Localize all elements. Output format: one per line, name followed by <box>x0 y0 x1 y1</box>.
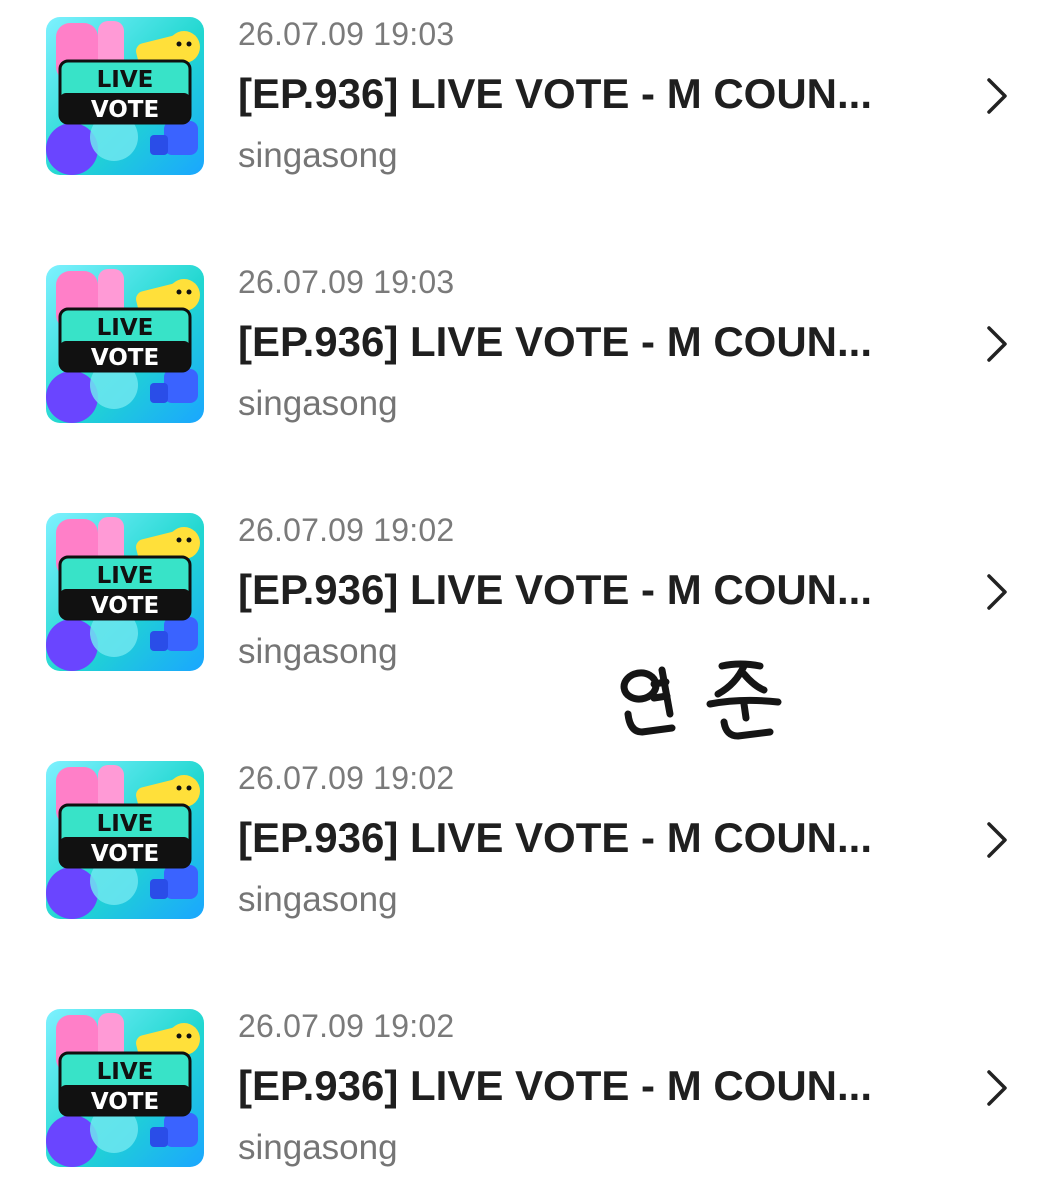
thumbnail-label-line1: LIVE <box>97 315 154 341</box>
list-item[interactable]: LIVE VOTE 26.07.09 19:02 [EP.936] LIVE V… <box>0 992 1061 1192</box>
thumbnail-label-line1: LIVE <box>97 811 154 837</box>
artist-name: singasong <box>238 632 398 671</box>
artist-name: singasong <box>238 136 398 175</box>
list-item[interactable]: LIVE VOTE 26.07.09 19:03 [EP.936] LIVE V… <box>0 0 1061 200</box>
artist-name: singasong <box>238 880 398 919</box>
timestamp: 26.07.09 19:03 <box>238 16 455 52</box>
live-vote-thumbnail: LIVE VOTE <box>46 265 204 423</box>
timestamp: 26.07.09 19:02 <box>238 512 455 548</box>
episode-title: [EP.936] LIVE VOTE - M COUN... <box>238 814 873 861</box>
list-item[interactable]: LIVE VOTE 26.07.09 19:02 [EP.936] LIVE V… <box>0 496 1061 696</box>
thumbnail-label-line1: LIVE <box>97 67 154 93</box>
chevron-right-icon[interactable] <box>980 818 1014 862</box>
episode-title: [EP.936] LIVE VOTE - M COUN... <box>238 318 873 365</box>
episode-title: [EP.936] LIVE VOTE - M COUN... <box>238 70 873 117</box>
episode-title: [EP.936] LIVE VOTE - M COUN... <box>238 566 873 613</box>
live-vote-thumbnail: LIVE VOTE <box>46 17 204 175</box>
thumbnail-label-line2: VOTE <box>91 1089 159 1115</box>
thumbnail-label-line1: LIVE <box>97 563 154 589</box>
handwritten-signature <box>610 652 800 752</box>
live-vote-thumbnail: LIVE VOTE <box>46 513 204 671</box>
thumbnail-label-line1: LIVE <box>97 1059 154 1085</box>
live-vote-thumbnail: LIVE VOTE <box>46 1009 204 1167</box>
timestamp: 26.07.09 19:03 <box>238 264 455 300</box>
chevron-right-icon[interactable] <box>980 322 1014 366</box>
chevron-right-icon[interactable] <box>980 74 1014 118</box>
timestamp: 26.07.09 19:02 <box>238 1008 455 1044</box>
thumbnail-label-line2: VOTE <box>91 345 159 371</box>
chevron-right-icon[interactable] <box>980 570 1014 614</box>
timestamp: 26.07.09 19:02 <box>238 760 455 796</box>
thumbnail-label-line2: VOTE <box>91 841 159 867</box>
episode-title: [EP.936] LIVE VOTE - M COUN... <box>238 1062 873 1109</box>
artist-name: singasong <box>238 384 398 423</box>
chevron-right-icon[interactable] <box>980 1066 1014 1110</box>
list-item[interactable]: LIVE VOTE 26.07.09 19:02 [EP.936] LIVE V… <box>0 744 1061 944</box>
artist-name: singasong <box>238 1128 398 1167</box>
live-vote-thumbnail: LIVE VOTE <box>46 761 204 919</box>
thumbnail-label-line2: VOTE <box>91 97 159 123</box>
thumbnail-label-line2: VOTE <box>91 593 159 619</box>
list-item[interactable]: LIVE VOTE 26.07.09 19:03 [EP.936] LIVE V… <box>0 248 1061 448</box>
